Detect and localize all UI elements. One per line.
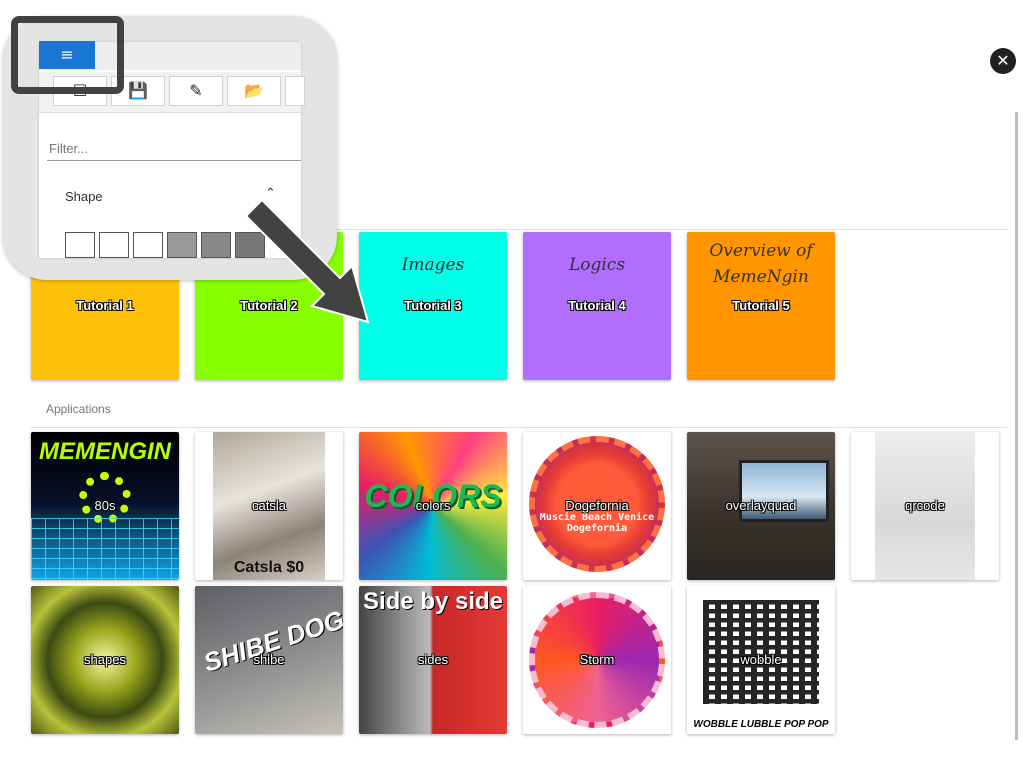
tutorial-label: Tutorial 3 — [404, 298, 462, 313]
tutorial-card-4[interactable]: Logics Tutorial 4 — [523, 232, 671, 380]
app-card-overlayquad[interactable]: overlayquad — [687, 432, 835, 580]
app-label: Storm — [579, 652, 615, 667]
thumb-text: Side by side — [362, 588, 504, 615]
app-card-storm[interactable]: Storm — [523, 586, 671, 734]
tutorial-card-3[interactable]: Images Tutorial 3 — [359, 232, 507, 380]
applications-heading: Applications — [46, 402, 111, 416]
scrollbar[interactable] — [1015, 112, 1018, 740]
shape-node-icon[interactable] — [167, 232, 197, 258]
edit-icon[interactable]: ✎ — [169, 76, 223, 106]
thumb-text: MEMENGIN — [39, 438, 171, 465]
app-card-wobble[interactable]: WOBBLE LUBBLE POP POP wobble — [687, 586, 835, 734]
app-card-shibe[interactable]: SHIBE DOG shibe — [195, 586, 343, 734]
shape-section-label[interactable]: Shape — [65, 189, 103, 204]
tutorial-caption: Overview of MemeNgin — [709, 241, 813, 287]
app-label: overlayquad — [725, 498, 797, 513]
app-label: wobble — [740, 652, 782, 667]
thumb-text: WOBBLE LUBBLE POP POP — [693, 719, 829, 730]
grid-graphic — [31, 518, 179, 580]
app-label: qrcode — [905, 498, 945, 513]
app-card-qrcode[interactable]: qrcode — [851, 432, 999, 580]
app-card-catsla[interactable]: Catsla $0 catsla — [195, 432, 343, 580]
app-label: shapes — [84, 652, 126, 667]
app-card-sides[interactable]: Side by side sides — [359, 586, 507, 734]
tutorial-label: Tutorial 1 — [76, 298, 134, 313]
tutorial-caption: Logics — [568, 255, 626, 275]
thumb-text: Muscie Beach Venice Dogefornia — [539, 512, 655, 534]
close-button[interactable]: ✕ — [990, 48, 1016, 74]
tutorial-caption: Images — [401, 255, 465, 275]
shape-node-icon[interactable] — [99, 232, 129, 258]
tutorial-label: Tutorial 5 — [732, 298, 790, 313]
folder-open-icon[interactable]: 📂 — [227, 76, 281, 106]
shape-node-icon[interactable] — [133, 232, 163, 258]
app-label: colors — [415, 498, 451, 513]
app-card-80s[interactable]: MEMENGIN 80s — [31, 432, 179, 580]
app-label: catsla — [252, 498, 286, 513]
thumb-text: SHIBE DOG — [199, 604, 343, 678]
app-label: shibe — [253, 652, 285, 667]
app-label: 80s — [94, 498, 116, 513]
filter-input[interactable] — [47, 140, 301, 161]
app-label: Dogefornia — [565, 498, 629, 513]
app-card-colors[interactable]: COLORS colors — [359, 432, 507, 580]
section-divider — [30, 427, 1008, 428]
app-card-dogefornia[interactable]: Muscie Beach Venice Dogefornia Dogeforni… — [523, 432, 671, 580]
shape-node-icon[interactable] — [201, 232, 231, 258]
tutorial-card-5[interactable]: Overview of MemeNgin Tutorial 5 — [687, 232, 835, 380]
pointer-arrow — [244, 198, 370, 324]
app-card-shapes[interactable]: shapes — [31, 586, 179, 734]
shape-node-icon[interactable] — [65, 232, 95, 258]
menu-icon[interactable]: ≡ — [39, 41, 95, 69]
more-icon[interactable] — [285, 76, 305, 106]
thumb-text: Catsla $0 — [233, 559, 305, 576]
tutorial-label: Tutorial 4 — [568, 298, 626, 313]
app-label: sides — [417, 652, 449, 667]
